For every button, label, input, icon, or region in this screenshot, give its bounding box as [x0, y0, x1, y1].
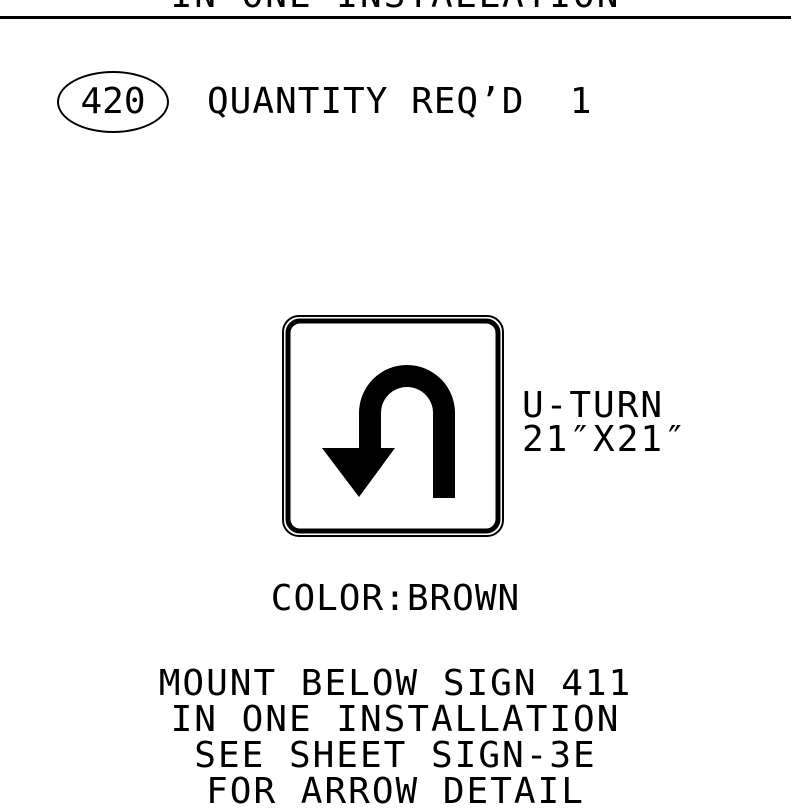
sheet-title-fragment: IN ONE INSTALLATION	[0, 0, 791, 14]
mounting-note-line: FOR ARROW DETAIL	[206, 771, 585, 812]
mounting-notes: MOUNT BELOW SIGN 411 IN ONE INSTALLATION…	[0, 666, 791, 810]
mounting-note-line: MOUNT BELOW SIGN 411	[158, 663, 633, 704]
mounting-note-line: SEE SHEET SIGN-3E	[194, 735, 597, 776]
mounting-note-line: IN ONE INSTALLATION	[170, 699, 621, 740]
sign-outer-border	[282, 315, 504, 537]
u-turn-sign-panel	[282, 315, 504, 537]
title-divider-line	[0, 16, 791, 19]
sign-number-callout: 420	[57, 71, 169, 133]
sign-name-label: U-TURN	[522, 385, 665, 426]
quantity-required-label: QUANTITY REQ’D 1	[207, 81, 593, 122]
sign-size-label: 21″X21″	[522, 419, 688, 460]
sign-color-note: COLOR:BROWN	[270, 578, 521, 619]
